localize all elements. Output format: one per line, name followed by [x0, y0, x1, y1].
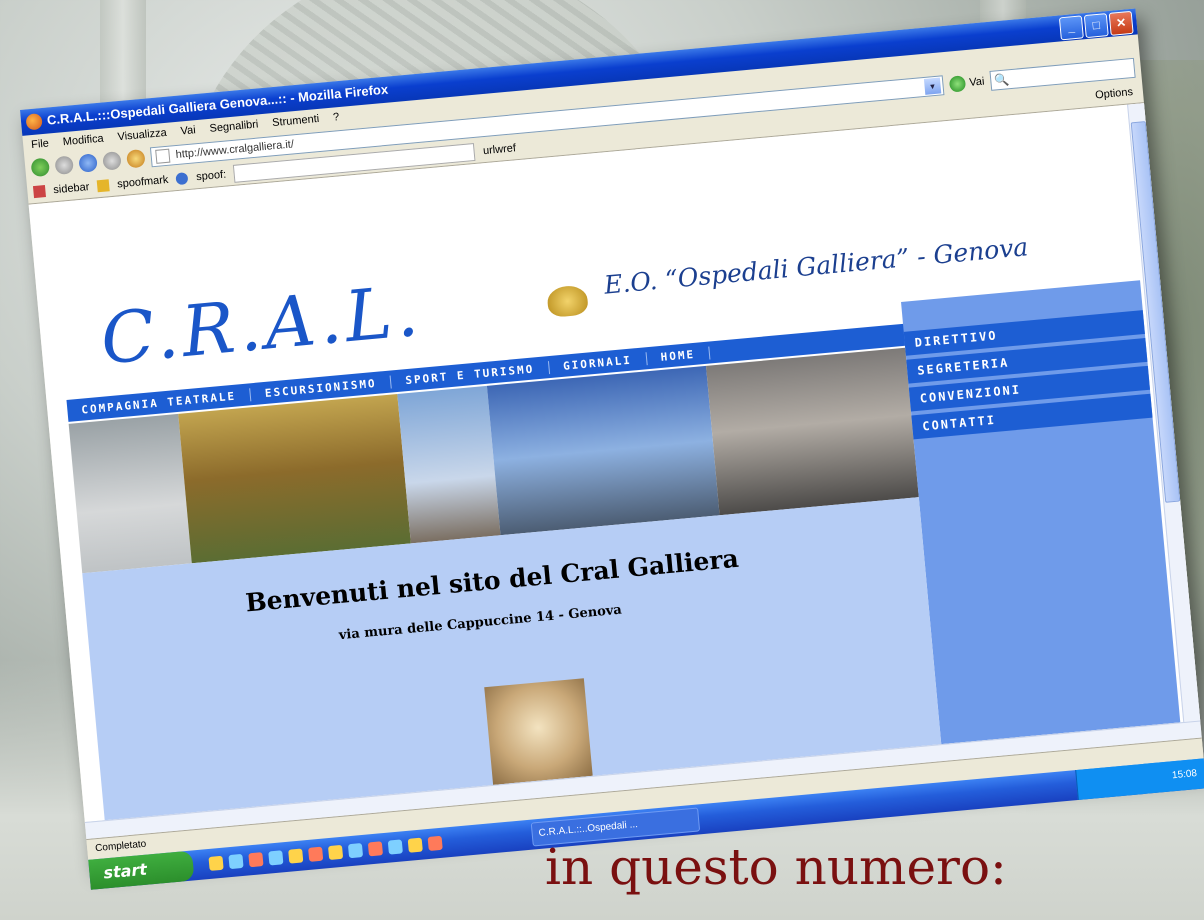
menu-strumenti[interactable]: Strumenti	[272, 113, 320, 129]
options-button[interactable]: Options	[1095, 86, 1134, 101]
go-icon	[948, 75, 967, 93]
organization-name: E.O. “Ospedali Galliera” - Genova	[602, 232, 1030, 300]
owl-image	[484, 678, 593, 787]
menu-file[interactable]: File	[31, 138, 50, 152]
site-logo[interactable]: C.R.A.L.	[97, 270, 425, 381]
close-button[interactable]: ✕	[1108, 10, 1134, 36]
reload-icon[interactable]	[78, 153, 98, 173]
go-button[interactable]: Vai	[948, 74, 985, 93]
web-page: C.R.A.L. E.O. “Ospedali Galliera” - Geno…	[29, 105, 1184, 823]
welcome-heading: Benvenuti nel sito del Cral Galliera	[244, 543, 740, 618]
back-icon[interactable]	[30, 157, 51, 178]
url-dropdown-icon[interactable]: ▾	[923, 77, 942, 95]
bookmark-spoofmark[interactable]: spoofmark	[117, 174, 169, 191]
home-icon[interactable]	[126, 148, 146, 169]
quick-launch-icon[interactable]	[308, 846, 324, 862]
quick-launch-icon[interactable]	[327, 844, 344, 861]
site-side-menu: DIRETTIVO SEGRETERIA CONVENZIONI CONTATT…	[901, 280, 1181, 751]
maximize-button[interactable]: □	[1083, 13, 1109, 39]
photo-lighthouse	[397, 385, 501, 544]
spoofmark-icon	[96, 179, 110, 193]
spoof-icon	[175, 172, 189, 186]
bookmark-spoof[interactable]: spoof:	[196, 169, 227, 184]
browser-viewport: C.R.A.L. E.O. “Ospedali Galliera” - Geno…	[28, 103, 1201, 823]
menu-vai[interactable]: Vai	[180, 124, 196, 137]
caption-text: in questo numero:	[545, 838, 1007, 896]
menu-giornali[interactable]: GIORNALI	[548, 351, 648, 374]
quick-launch-icon[interactable]	[427, 835, 443, 851]
bookmark-sidebar[interactable]: sidebar	[53, 181, 90, 196]
firefox-icon	[25, 113, 43, 131]
menu-visualizza[interactable]: Visualizza	[117, 127, 167, 143]
photo-monument	[178, 393, 411, 564]
url-right-label[interactable]: urlwref	[483, 142, 517, 157]
quick-launch-icon[interactable]	[288, 848, 304, 864]
quick-launch-icon[interactable]	[407, 837, 423, 853]
photo-hospital	[706, 347, 919, 516]
photo-harbor	[486, 365, 720, 536]
crest-icon	[546, 284, 589, 318]
quick-launch-icon[interactable]	[347, 843, 364, 859]
menu-help[interactable]: ?	[333, 111, 340, 124]
status-text: Completato	[94, 838, 147, 855]
menu-modifica[interactable]: Modifica	[62, 133, 104, 149]
quick-launch-icon[interactable]	[268, 850, 284, 866]
quick-launch-icon[interactable]	[367, 841, 384, 857]
forward-icon[interactable]	[54, 155, 74, 176]
quick-launch-icon[interactable]	[228, 853, 244, 870]
clock: 15:08	[1171, 768, 1198, 782]
url-text: http://www.cralgalliera.it/	[175, 138, 295, 162]
quick-launch-icon[interactable]	[387, 839, 403, 855]
menu-home[interactable]: HOME	[646, 345, 711, 365]
page-icon	[155, 148, 171, 164]
quick-launch-icon[interactable]	[248, 852, 264, 868]
search-icon: 🔍	[993, 72, 1010, 88]
minimize-button[interactable]: _	[1058, 15, 1084, 41]
quick-launch-icon[interactable]	[208, 855, 224, 871]
browser-screenshot: C.R.A.L.:::Ospedali Galliera Genova...::…	[20, 8, 1204, 890]
stop-icon[interactable]	[102, 151, 122, 171]
sidebar-icon	[32, 185, 46, 199]
address-text: via mura delle Cappuccine 14 - Genova	[338, 602, 623, 644]
photo-boat	[68, 413, 192, 574]
menu-segnalibri[interactable]: Segnalibri	[209, 118, 259, 134]
start-label: start	[102, 859, 148, 883]
go-label: Vai	[968, 75, 985, 89]
